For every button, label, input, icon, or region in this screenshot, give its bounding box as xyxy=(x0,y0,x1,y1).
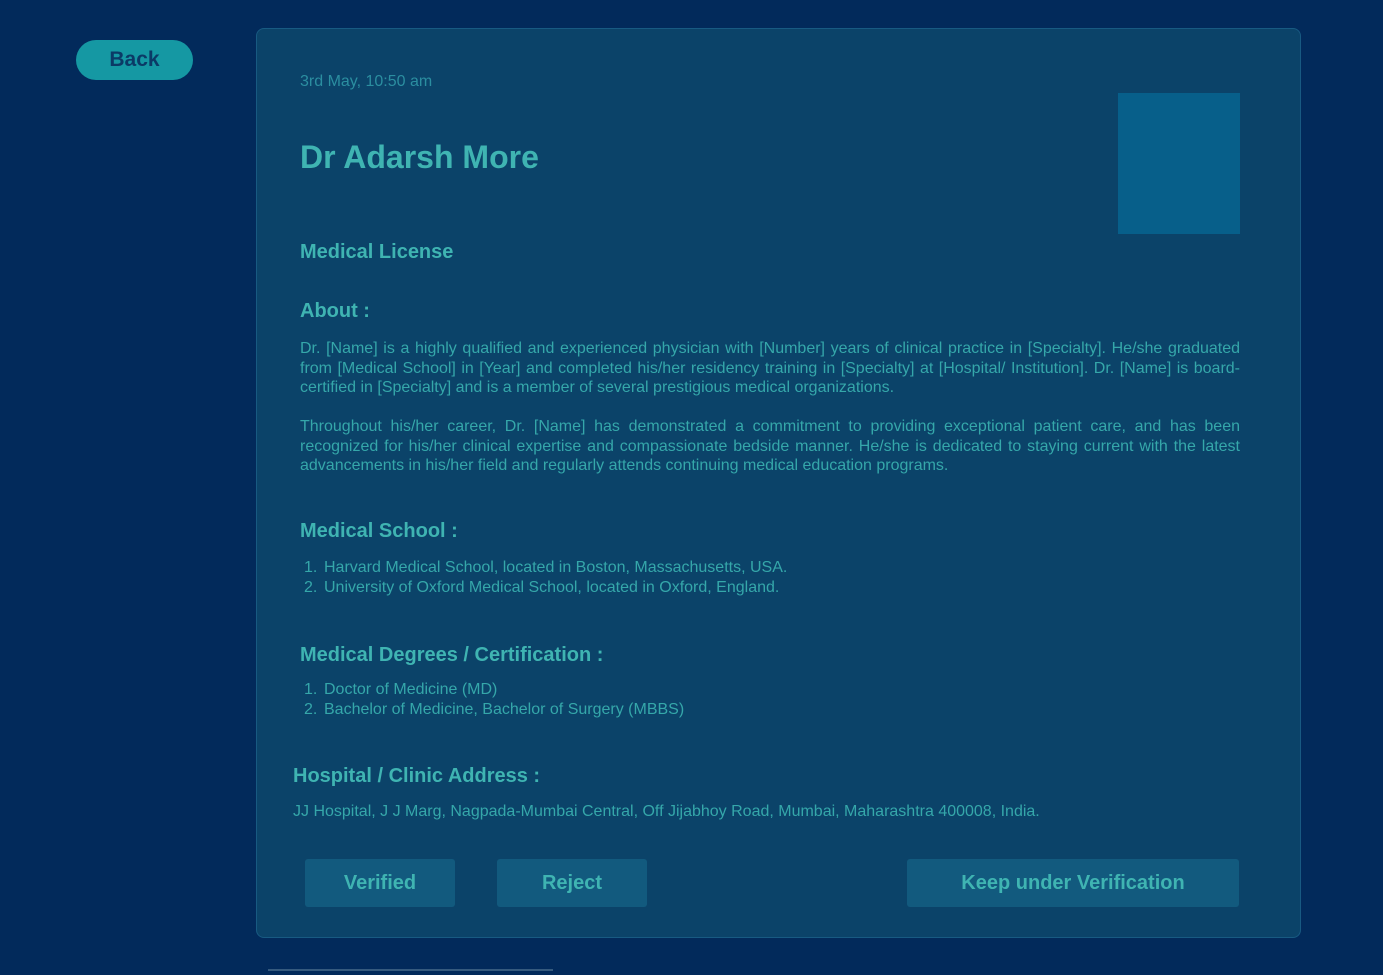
about-heading: About : xyxy=(300,300,370,322)
list-item: 1. Doctor of Medicine (MD) xyxy=(304,681,498,698)
about-paragraph: Throughout his/her career, Dr. [Name] ha… xyxy=(300,418,1240,474)
degrees-heading: Medical Degrees / Certification : xyxy=(300,644,604,666)
page: Back 3rd May, 10:50 am Dr Adarsh More Me… xyxy=(0,0,1383,975)
about-text: Dr. [Name] is a highly qualified and exp… xyxy=(300,339,1240,495)
verified-button[interactable]: Verified xyxy=(305,859,455,907)
medical-license-link[interactable]: Medical License xyxy=(300,241,453,264)
address-heading: Hospital / Clinic Address : xyxy=(293,765,541,787)
degrees-list: 1. Doctor of Medicine (MD) 2. Bachelor of … xyxy=(304,680,684,720)
list-item: 2. University of Oxford Medical School, l… xyxy=(304,579,780,596)
scrollbar-indicator xyxy=(268,969,553,971)
clinic-address: JJ Hospital, J J Marg, Nagpada-Mumbai Ce… xyxy=(293,803,1040,820)
list-item: 2. Bachelor of Medicine, Bachelor of Surg… xyxy=(304,701,685,718)
doctor-detail-card: 3rd May, 10:50 am Dr Adarsh More Medical… xyxy=(256,28,1301,938)
reject-button[interactable]: Reject xyxy=(497,859,647,907)
list-item: 1. Harvard Medical School, located in Bos… xyxy=(304,559,788,576)
medical-school-heading: Medical School : xyxy=(300,520,458,542)
doctor-photo xyxy=(1118,93,1240,234)
back-button[interactable]: Back xyxy=(76,40,193,80)
submission-datetime: 3rd May, 10:50 am xyxy=(300,73,433,90)
about-paragraph: Dr. [Name] is a highly qualified and exp… xyxy=(300,340,1240,396)
medical-school-list: 1. Harvard Medical School, located in Bos… xyxy=(304,558,787,598)
keep-under-verification-button[interactable]: Keep under Verification xyxy=(907,859,1239,907)
doctor-name: Dr Adarsh More xyxy=(300,139,539,175)
